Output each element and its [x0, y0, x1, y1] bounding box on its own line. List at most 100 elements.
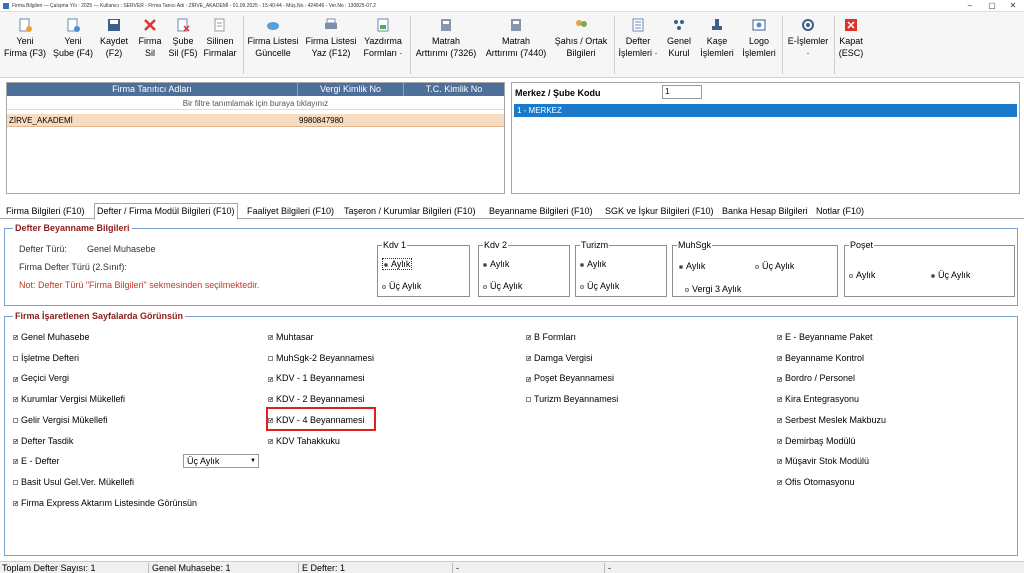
poset-monthly-radio[interactable]: Aylık	[849, 270, 875, 280]
checkbox-col4-2[interactable]: ✔ Bordro / Personel	[777, 373, 855, 383]
status-dash-1: -	[456, 563, 459, 573]
column-header-company-name[interactable]: Firma Tanıtıcı Adları	[7, 83, 298, 96]
new-company-button[interactable]: Yeni Firma (F3)	[2, 18, 48, 74]
turizm-quarterly-radio[interactable]: Üç Aylık	[580, 281, 619, 291]
table-row[interactable]: ZİRVE_AKADEMİ 9980847980	[7, 114, 504, 127]
ledger-operations-button[interactable]: Defter İşlemleri ·	[616, 18, 660, 74]
app-icon	[3, 3, 9, 9]
status-total: Toplam Defter Sayısı: 1	[2, 563, 96, 573]
muhsgk-title: MuhSgk	[677, 240, 713, 250]
muhsgk-monthly-radio[interactable]: Aylık	[679, 261, 705, 271]
checkbox-col1-1[interactable]: İşletme Defteri	[13, 353, 79, 363]
kdv1-monthly-radio[interactable]: Aylık	[382, 258, 413, 270]
partners-button[interactable]: Şahıs / Ortak Bilgileri	[550, 18, 612, 74]
logo-operations-button[interactable]: Logo İşlemleri	[739, 18, 779, 74]
tab-beyanname[interactable]: Beyanname Bilgileri (F10)	[487, 204, 595, 219]
kdv1-monthly-label: Aylık	[391, 259, 411, 269]
checkbox-col4-6[interactable]: ✔ Müşavir Stok Modülü	[777, 456, 869, 466]
tab-sgk[interactable]: SGK ve İşkur Bilgileri (F10)	[603, 204, 716, 219]
tab-faaliyet[interactable]: Faaliyet Bilgileri (F10)	[245, 204, 336, 219]
poset-group: Poşet Aylık Üç Aylık	[844, 240, 1015, 297]
checkbox-col4-7[interactable]: ✔ Ofis Otomasyonu	[777, 477, 855, 487]
turizm-group: Turizm Aylık Üç Aylık	[575, 240, 667, 297]
e-defter-period-select[interactable]: Üç Aylık ▼	[183, 454, 259, 468]
tab-taseron[interactable]: Taşeron / Kurumlar Bilgileri (F10)	[342, 204, 478, 219]
checkbox-col3-0[interactable]: ✔ B Formları	[526, 332, 576, 342]
checkbox-col2-3[interactable]: ✔ KDV - 2 Beyannamesi	[268, 394, 365, 404]
checkbox-col4-0[interactable]: ✔ E - Beyanname Paket	[777, 332, 873, 342]
checkbox-box	[268, 355, 273, 361]
checkbox-col1-6[interactable]: ✔ E - Defter	[13, 456, 60, 466]
window-close-icon[interactable]: ✕	[1003, 0, 1023, 12]
kdv2-monthly-radio[interactable]: Aylık	[483, 259, 509, 269]
delete-company-button[interactable]: Firma Sil	[135, 18, 165, 74]
turizm-monthly-radio[interactable]: Aylık	[580, 259, 606, 269]
checkbox-col4-3[interactable]: ✔ Kira Entegrasyonu	[777, 394, 859, 404]
checkbox-col1-5[interactable]: ✔ Defter Tasdik	[13, 436, 73, 446]
save-button[interactable]: Kaydet (F2)	[96, 18, 132, 74]
print-forms-button[interactable]: Yazdırma Formları ·	[361, 18, 405, 74]
save-label: Kaydet	[99, 36, 129, 46]
column-header-tax-id[interactable]: Vergi Kimlik No	[298, 83, 404, 96]
checkbox-label: Serbest Meslek Makbuzu	[785, 414, 887, 425]
checkbox-col4-4[interactable]: ✔ Serbest Meslek Makbuzu	[777, 415, 886, 425]
chevron-down-icon: ▼	[250, 458, 256, 464]
tab-firma-bilgileri[interactable]: Firma Bilgileri (F10)	[4, 204, 87, 219]
checkbox-col1-3[interactable]: ✔ Kurumlar Vergisi Mükellefi	[13, 394, 125, 404]
poset-title: Poşet	[849, 240, 875, 250]
poset-quarterly-label: Üç Aylık	[938, 270, 971, 280]
delete-icon	[144, 19, 156, 31]
checkbox-col2-5[interactable]: ✔ KDV Tahakkuku	[268, 436, 340, 446]
kdv1-quarterly-radio[interactable]: Üç Aylık	[382, 281, 421, 291]
poset-quarterly-radio[interactable]: Üç Aylık	[931, 270, 970, 280]
checkbox-col1-0[interactable]: ✔ Genel Muhasebe	[13, 332, 90, 342]
turizm-title: Turizm	[580, 240, 610, 250]
tax-base-7326-button[interactable]: Matrah Arttırımı (7326)	[412, 18, 480, 74]
e-operations-button[interactable]: E-İşlemler ·	[784, 18, 832, 74]
ledger-type-value: Genel Muhasebe	[87, 244, 156, 254]
muhsgk-quarterly-radio[interactable]: Üç Aylık	[755, 261, 794, 271]
checkbox-col2-0[interactable]: ✔ Muhtasar	[268, 332, 314, 342]
general-assembly-button[interactable]: Genel Kurul	[662, 18, 696, 74]
new-branch-button[interactable]: Yeni Şube (F4)	[50, 18, 96, 74]
checkbox-col3-2[interactable]: ✔ Poşet Beyannamesi	[526, 373, 614, 383]
checkbox-col1-4[interactable]: Gelir Vergisi Mükellefi	[13, 415, 108, 425]
minimize-icon[interactable]: –	[960, 0, 980, 12]
column-header-tc-id[interactable]: T.C. Kimlik No	[404, 83, 504, 96]
checkbox-col4-5[interactable]: ✔ Demirbaş Modülü	[777, 436, 856, 446]
muhsgk-tax-quarterly-radio[interactable]: Vergi 3 Aylık	[685, 284, 741, 294]
tax-base-7440-button[interactable]: Matrah Arttırımı (7440)	[482, 18, 550, 74]
checkbox-col2-1[interactable]: MuhSgk-2 Beyannamesi	[268, 353, 374, 363]
maximize-icon[interactable]: ▢	[982, 0, 1002, 12]
visibility-title: Firma İşaretlenen Sayfalarda Görünsün	[13, 311, 186, 321]
print-list-button[interactable]: Firma Listesi Yaz (F12)	[303, 18, 359, 74]
branch-list-item[interactable]: 1 - MERKEZ	[514, 104, 1017, 117]
muhsgk-tax-quarterly-label: Vergi 3 Aylık	[692, 284, 742, 294]
checkbox-col2-2[interactable]: ✔ KDV - 1 Beyannamesi	[268, 373, 365, 383]
kdv2-group: Kdv 2 Aylık Üç Aylık	[478, 240, 570, 297]
tab-defter-modul[interactable]: Defter / Firma Modül Bilgileri (F10)	[94, 203, 238, 220]
checkbox-col3-3[interactable]: Turizm Beyannamesi	[526, 394, 618, 404]
toolbar-separator-3	[614, 16, 615, 74]
checkbox-col1-7[interactable]: Basit Usul Gel.Ver. Mükellefi	[13, 477, 134, 487]
checkbox-col4-1[interactable]: ✔ Beyanname Kontrol	[777, 353, 864, 363]
stamp-operations-button[interactable]: Kaşe İşlemleri	[696, 18, 738, 74]
kdv2-monthly-label: Aylık	[490, 259, 510, 269]
checkbox-col1-2[interactable]: ✔ Geçici Vergi	[13, 373, 69, 383]
kdv2-quarterly-radio[interactable]: Üç Aylık	[483, 281, 522, 291]
checkbox-col1-8[interactable]: ✔ Firma Express Aktarım Listesinde Görüns…	[13, 498, 197, 508]
filter-row[interactable]: Bir filtre tanımlamak için buraya tıklay…	[7, 97, 504, 110]
close-button[interactable]: Kapat (ESC)	[836, 18, 866, 74]
turizm-monthly-label: Aylık	[587, 259, 607, 269]
branch-code-input[interactable]: 1	[662, 85, 702, 99]
deleted-companies-button[interactable]: Silinen Firmalar	[201, 18, 239, 74]
checkbox-label: Turizm Beyannamesi	[534, 394, 619, 405]
new-branch-icon	[67, 18, 80, 32]
delete-branch-button[interactable]: Şube Sil (F5)	[167, 18, 199, 74]
status-divider	[604, 563, 605, 573]
tab-notlar[interactable]: Notlar (F10)	[814, 204, 866, 219]
checkbox-col3-1[interactable]: ✔ Damga Vergisi	[526, 353, 593, 363]
tab-banka[interactable]: Banka Hesap Bilgileri	[720, 204, 810, 219]
refresh-list-button[interactable]: Firma Listesi Güncelle	[245, 18, 301, 74]
checkbox-label: Muhtasar	[276, 332, 314, 342]
